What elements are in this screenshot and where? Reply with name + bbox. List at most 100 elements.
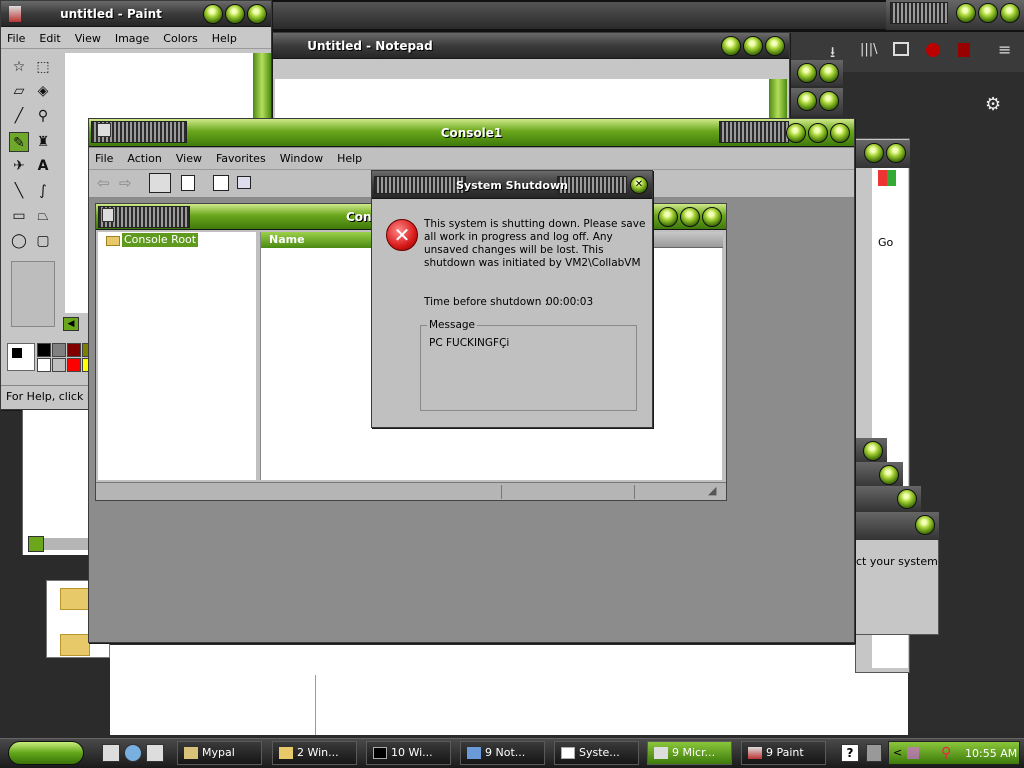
- fill-bucket-icon[interactable]: ◈: [33, 81, 53, 101]
- line-icon[interactable]: ╲: [9, 181, 29, 201]
- close-button[interactable]: [1000, 3, 1020, 23]
- new-window-icon[interactable]: [237, 176, 251, 189]
- maximize-button[interactable]: [808, 123, 828, 143]
- tray-search-icon[interactable]: ⚲: [941, 745, 951, 761]
- ublock-icon[interactable]: [926, 43, 940, 57]
- minimize-button[interactable]: [658, 207, 678, 227]
- color-swatch[interactable]: [37, 343, 51, 357]
- maximize-button[interactable]: [819, 91, 839, 111]
- free-select-icon[interactable]: ☆: [9, 57, 29, 77]
- go-button[interactable]: Go: [878, 236, 893, 249]
- rectangle-icon[interactable]: ▭: [9, 206, 29, 226]
- polygon-icon[interactable]: ⏢: [33, 206, 53, 226]
- show-tree-icon[interactable]: [149, 173, 171, 193]
- menu-favorites[interactable]: Favorites: [216, 152, 266, 165]
- console-root-item[interactable]: Console Root: [122, 233, 199, 247]
- start-button[interactable]: [8, 741, 84, 765]
- menu-image[interactable]: Image: [115, 32, 149, 45]
- close-button[interactable]: [879, 465, 899, 485]
- maximize-button[interactable]: [680, 207, 700, 227]
- close-button[interactable]: [897, 489, 917, 509]
- minimize-button[interactable]: [203, 4, 223, 24]
- close-button[interactable]: [765, 36, 785, 56]
- menu-action[interactable]: Action: [127, 152, 161, 165]
- scroll-left-button[interactable]: ◀: [63, 317, 79, 331]
- menu-file[interactable]: File: [95, 152, 113, 165]
- menu-view[interactable]: View: [176, 152, 202, 165]
- airbrush-icon[interactable]: ✈: [9, 156, 29, 176]
- maximize-button[interactable]: [819, 63, 839, 83]
- brush-icon[interactable]: ♜: [33, 132, 53, 152]
- tray-network-icon[interactable]: [907, 747, 919, 759]
- color-picker-icon[interactable]: ╱: [9, 106, 29, 126]
- minimize-button[interactable]: [864, 143, 884, 163]
- properties-icon[interactable]: [213, 175, 229, 191]
- internet-explorer-icon[interactable]: [124, 744, 142, 762]
- paint-titlebar[interactable]: untitled - Paint: [1, 1, 271, 27]
- menu-colors[interactable]: Colors: [163, 32, 197, 45]
- console-titlebar[interactable]: Console1: [89, 119, 854, 147]
- notepad-text-area[interactable]: [275, 79, 771, 123]
- quicklaunch-icon[interactable]: [146, 744, 164, 762]
- tool-options[interactable]: [11, 261, 55, 327]
- minimize-button[interactable]: [797, 91, 817, 111]
- text-icon[interactable]: A: [33, 156, 53, 176]
- color-swatch[interactable]: [67, 358, 81, 372]
- notepad-titlebar[interactable]: Untitled - Notepad: [271, 33, 789, 59]
- menu-file[interactable]: File: [7, 32, 25, 45]
- language-icon[interactable]: [866, 744, 882, 762]
- menu-help[interactable]: Help: [212, 32, 237, 45]
- paint-hscroll-left[interactable]: [28, 536, 44, 552]
- rect-select-icon[interactable]: ⬚: [33, 57, 53, 77]
- tray-chevron-icon[interactable]: <: [893, 746, 902, 759]
- minimize-button[interactable]: [786, 123, 806, 143]
- paint-hscroll-track[interactable]: [44, 538, 90, 550]
- library-icon[interactable]: |||\: [860, 42, 878, 57]
- menu-view[interactable]: View: [75, 32, 101, 45]
- curve-icon[interactable]: ∫: [33, 181, 53, 201]
- forward-arrow-icon[interactable]: ⇨: [119, 174, 132, 192]
- maximize-button[interactable]: [978, 3, 998, 23]
- help-icon[interactable]: ?: [841, 744, 859, 762]
- menu-icon[interactable]: ≡: [998, 40, 1011, 59]
- menu-help[interactable]: Help: [337, 152, 362, 165]
- maximize-button[interactable]: [225, 4, 245, 24]
- close-button[interactable]: [886, 143, 906, 163]
- rounded-rect-icon[interactable]: ▢: [33, 231, 53, 251]
- current-colors[interactable]: [7, 343, 35, 371]
- export-list-icon[interactable]: [181, 175, 195, 191]
- show-desktop-icon[interactable]: [102, 744, 120, 762]
- taskbar-mypal[interactable]: Mypal: [177, 741, 262, 765]
- color-swatch[interactable]: [37, 358, 51, 372]
- menu-edit[interactable]: Edit: [39, 32, 60, 45]
- menu-window[interactable]: Window: [280, 152, 323, 165]
- taskbar-windows-explorer[interactable]: 2 Win...: [272, 741, 357, 765]
- taskbar-system-shutdown[interactable]: Syste...: [554, 741, 639, 765]
- dialog-titlebar[interactable]: System Shutdown ✕: [372, 171, 652, 199]
- taskbar-paint[interactable]: 9 Paint: [741, 741, 826, 765]
- taskbar-command-prompt[interactable]: 10 Wi...: [366, 741, 451, 765]
- color-swatch[interactable]: [52, 358, 66, 372]
- ellipse-icon[interactable]: ◯: [9, 231, 29, 251]
- maximize-button[interactable]: [743, 36, 763, 56]
- sidebar-icon[interactable]: [893, 42, 909, 56]
- minimize-button[interactable]: [797, 63, 817, 83]
- notepad-scrollbar[interactable]: [769, 79, 787, 123]
- minimize-button[interactable]: [721, 36, 741, 56]
- close-button[interactable]: [247, 4, 267, 24]
- close-button[interactable]: ✕: [630, 176, 648, 194]
- resize-grip-icon[interactable]: ◢: [708, 484, 716, 497]
- taskbar-microsoft-console[interactable]: 9 Micr...: [647, 741, 732, 765]
- name-column-header[interactable]: Name: [261, 232, 381, 248]
- magnifier-icon[interactable]: ⚲: [33, 106, 53, 126]
- minimize-button[interactable]: [956, 3, 976, 23]
- gear-icon[interactable]: ⚙: [985, 94, 1001, 115]
- close-button[interactable]: [830, 123, 850, 143]
- back-arrow-icon[interactable]: ⇦: [97, 174, 110, 192]
- pencil-icon[interactable]: ✎: [9, 132, 29, 152]
- eraser-icon[interactable]: ▱: [9, 81, 29, 101]
- close-button[interactable]: [915, 515, 935, 535]
- color-swatch[interactable]: [52, 343, 66, 357]
- close-button[interactable]: [702, 207, 722, 227]
- color-swatch[interactable]: [67, 343, 81, 357]
